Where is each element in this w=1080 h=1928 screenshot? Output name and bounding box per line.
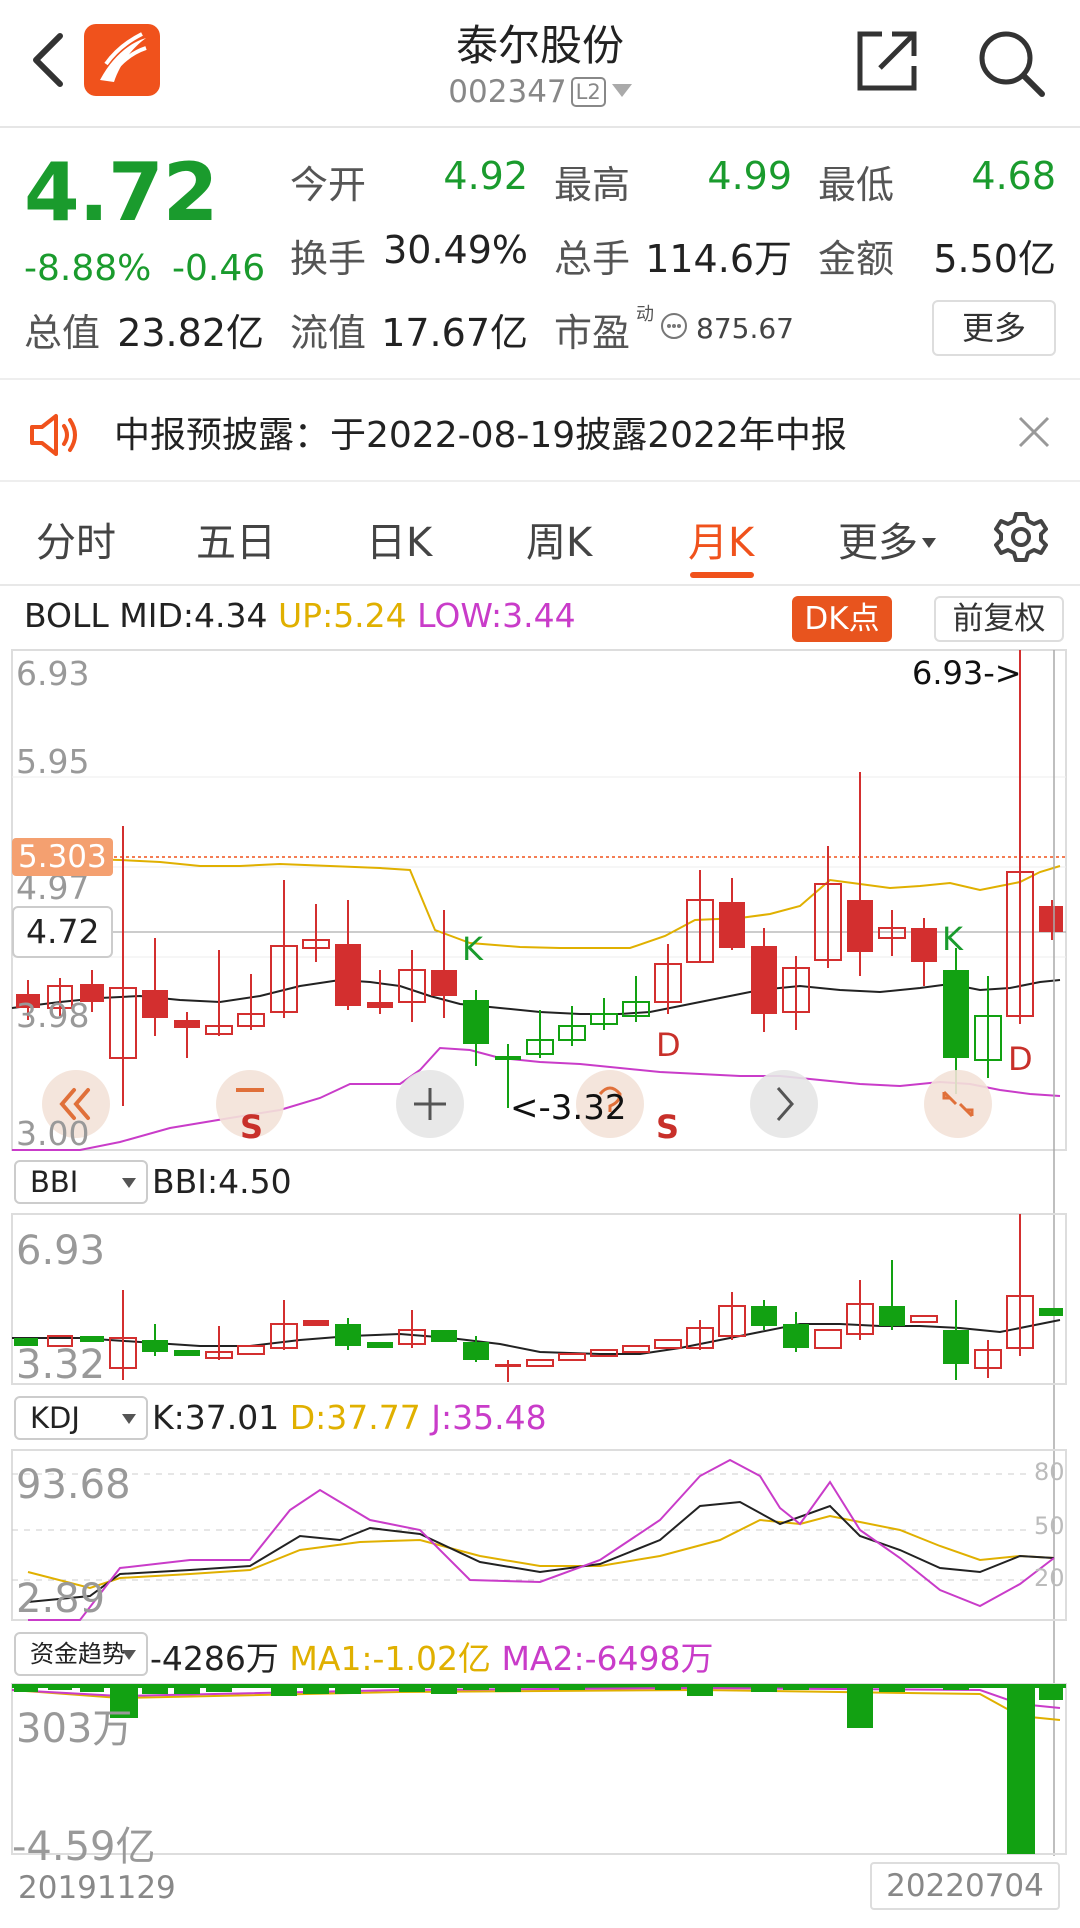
fund-selector[interactable]: 资金趋势	[14, 1632, 148, 1676]
candle	[142, 990, 168, 1018]
high-marker: 6.93->	[912, 654, 1022, 692]
caret-down-icon	[122, 1178, 136, 1188]
candle	[174, 1020, 200, 1028]
candle	[431, 970, 457, 996]
signal-k: K	[942, 920, 963, 958]
fund-ma2: MA2:-6498万	[501, 1639, 714, 1678]
bbi-selector-label: BBI	[30, 1165, 79, 1199]
fund-selector-label: 资金趋势	[30, 1640, 126, 1668]
caret-down-icon	[122, 1650, 136, 1660]
kdj-y-bottom: 2.89	[16, 1576, 106, 1622]
kdj-values: K:37.01 D:37.77 J:35.48	[152, 1398, 547, 1437]
fund-value: -4286万	[150, 1639, 279, 1678]
candle	[367, 1002, 393, 1008]
start-date: 20191129	[18, 1870, 176, 1906]
kdj-d: D:37.77	[289, 1398, 421, 1437]
y-tick: 3.00	[16, 1114, 90, 1153]
boll-up-line	[11, 856, 1061, 949]
signal-k: K	[462, 930, 483, 968]
kdj-j: J:35.48	[431, 1398, 547, 1437]
bbi-value: BBI:4.50	[152, 1162, 292, 1201]
ref-price-tag: 5.303	[12, 838, 113, 876]
candle	[943, 970, 969, 1058]
end-date: 20220704	[870, 1862, 1060, 1910]
fund-y-bottom: -4.59亿	[12, 1824, 156, 1870]
kdj-d-line	[27, 1514, 1055, 1590]
caret-down-icon	[122, 1414, 136, 1424]
kdj-level-80: 80	[1034, 1458, 1065, 1486]
candle	[463, 1000, 489, 1044]
signal-s: S	[656, 1108, 680, 1146]
candle	[719, 902, 745, 948]
overlay-button[interactable]	[750, 1070, 818, 1138]
candle	[335, 944, 361, 1006]
bbi-y-bottom: 3.32	[16, 1342, 106, 1388]
candle	[847, 900, 873, 952]
main-panel-frame	[11, 649, 1067, 1151]
bbi-y-top: 6.93	[16, 1228, 106, 1274]
boll-mid-line	[11, 978, 1061, 1015]
kdj-k: K:37.01	[152, 1398, 280, 1437]
y-tick: 3.98	[16, 996, 90, 1035]
kdj-j-line	[28, 1458, 1055, 1621]
fund-values: -4286万 MA1:-1.02亿 MA2:-6498万	[150, 1632, 714, 1680]
candle	[911, 928, 937, 962]
signal-d: D	[656, 1026, 681, 1064]
fund-ma1: MA1:-1.02亿	[289, 1639, 491, 1678]
low-marker: <-3.32	[510, 1088, 627, 1128]
kdj-selector-label: KDJ	[30, 1401, 80, 1435]
bbi-panel-frame	[11, 1213, 1067, 1385]
kdj-selector[interactable]: KDJ	[14, 1396, 148, 1440]
fund-y-top: 303万	[16, 1706, 133, 1752]
kdj-panel-frame	[11, 1449, 1067, 1621]
fund-bars	[14, 1686, 1063, 1854]
current-price-tag: 4.72	[12, 906, 114, 958]
kdj-y-top: 93.68	[16, 1462, 131, 1508]
y-tick: 6.93	[16, 654, 90, 693]
candle	[495, 1056, 521, 1060]
y-tick: 5.95	[16, 742, 90, 781]
kdj-level-20: 20	[1034, 1564, 1065, 1592]
kdj-level-50: 50	[1034, 1512, 1065, 1540]
bbi-selector[interactable]: BBI	[14, 1160, 148, 1204]
overlay-button[interactable]	[924, 1070, 992, 1138]
main-candles	[16, 650, 1063, 1108]
candle	[751, 946, 777, 1014]
bbi-candles	[14, 1214, 1063, 1382]
kdj-k-line	[27, 1500, 1055, 1603]
fund-panel-frame	[11, 1683, 1067, 1855]
signal-d: D	[1008, 1040, 1033, 1078]
candle	[1039, 906, 1063, 932]
signal-s: S	[240, 1108, 264, 1146]
